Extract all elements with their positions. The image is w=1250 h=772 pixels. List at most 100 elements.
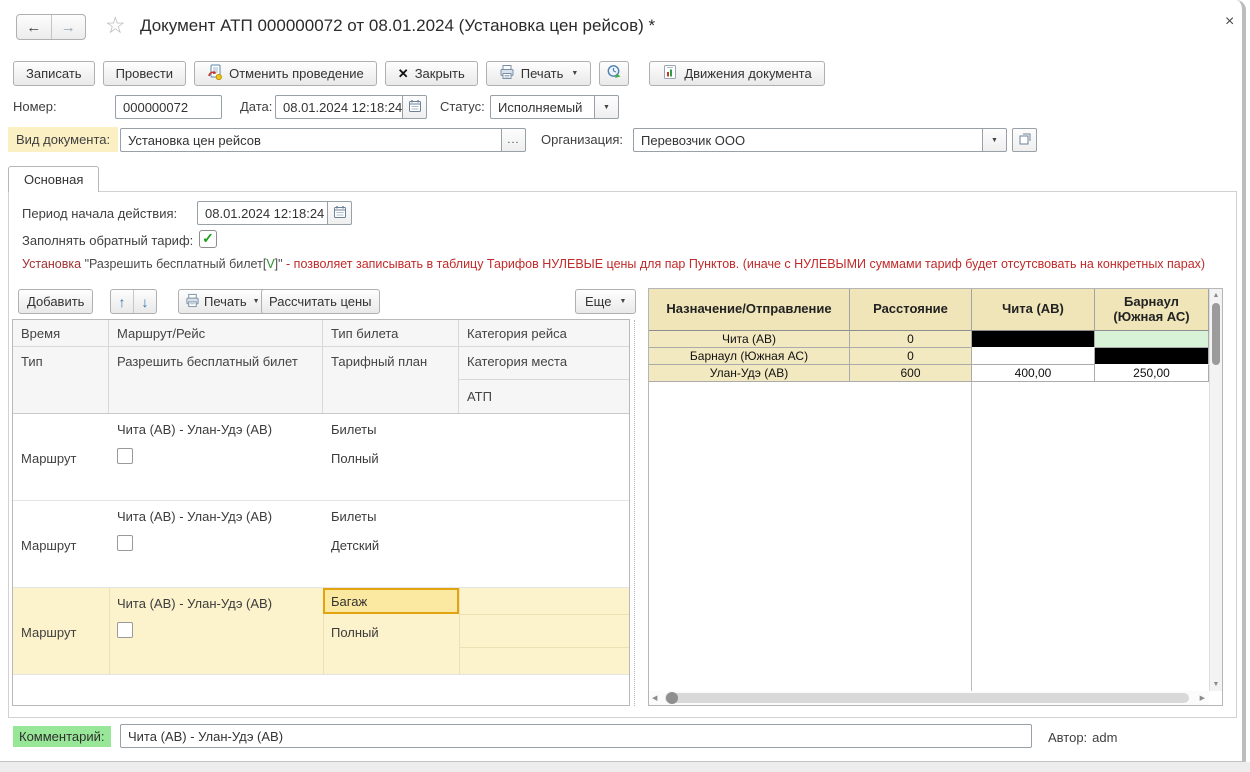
period-field[interactable]: 08.01.2024 12:18:24 (197, 201, 352, 225)
number-value: 000000072 (123, 100, 188, 115)
chevron-down-icon: ▼ (619, 298, 626, 305)
matrix-dest-cell[interactable]: Барнаул (Южная АС) (649, 348, 850, 365)
more-button[interactable]: Еще ▼ (575, 289, 636, 314)
row-ticket-type[interactable]: Билеты (331, 422, 376, 437)
organization-label: Организация: (541, 132, 623, 147)
scroll-right-icon[interactable]: ▶ (1200, 694, 1205, 702)
row-ticket-type: Багаж (331, 594, 367, 609)
add-row-button[interactable]: Добавить (18, 289, 93, 314)
doc-kind-field[interactable]: Установка цен рейсов ... (120, 128, 526, 152)
table-row[interactable]: Чита (АВ) - Улан-Удэ (АВ) Билеты Маршрут… (13, 501, 629, 588)
free-ticket-checkbox[interactable] (117, 622, 133, 638)
col-header-tariff-plan[interactable]: Тарифный план (323, 347, 458, 380)
row-tariff-plan[interactable]: Полный (331, 625, 379, 640)
routes-print-button[interactable]: Печать ▼ (178, 289, 267, 314)
matrix-distance-cell[interactable]: 600 (850, 365, 972, 382)
col-header-trip-category[interactable]: Категория рейса (459, 320, 629, 347)
desktop-background-strip (0, 762, 1250, 772)
print-button[interactable]: Печать ▼ (486, 61, 592, 86)
scroll-down-icon[interactable]: ▼ (1210, 681, 1222, 688)
back-button[interactable]: ← (17, 15, 51, 39)
vertical-scroll-thumb[interactable] (1212, 303, 1220, 365)
move-row-up-button[interactable]: ↑ (111, 290, 133, 313)
close-button-label: Закрыть (415, 66, 465, 81)
date-calendar-button[interactable] (403, 95, 427, 119)
row-route[interactable]: Чита (АВ) - Улан-Удэ (АВ) (117, 596, 272, 611)
cancel-posting-button[interactable]: Отменить проведение (194, 61, 377, 86)
nav-history-group: ← → (16, 14, 86, 40)
matrix-price-cell-highlighted[interactable] (1095, 331, 1209, 348)
tab-main[interactable]: Основная (8, 166, 99, 192)
doc-kind-choose-button[interactable]: ... (502, 128, 526, 152)
row-tariff-plan[interactable]: Детский (331, 538, 379, 553)
vertical-scrollbar[interactable]: ▲ ▼ (1209, 289, 1222, 691)
col-header-type[interactable]: Тип (13, 347, 108, 380)
matrix-col-destination[interactable]: Назначение/Отправление (649, 289, 850, 331)
matrix-price-cell[interactable]: 400,00 (972, 365, 1095, 382)
free-ticket-checkbox[interactable] (117, 448, 133, 464)
matrix-dest-cell[interactable]: Улан-Удэ (АВ) (649, 365, 850, 382)
status-dropdown-button[interactable]: ▼ (595, 95, 619, 119)
row-route[interactable]: Чита (АВ) - Улан-Удэ (АВ) (117, 509, 272, 524)
matrix-price-cell[interactable]: 250,00 (1095, 365, 1209, 382)
close-icon[interactable]: × (1225, 13, 1234, 31)
matrix-distance-cell[interactable]: 0 (850, 348, 972, 365)
doc-kind-value: Установка цен рейсов (128, 133, 261, 148)
horizontal-scrollbar[interactable]: ◀ ▶ (649, 691, 1209, 705)
matrix-dest-cell[interactable]: Чита (АВ) (649, 331, 850, 348)
row-type[interactable]: Маршрут (21, 625, 76, 640)
document-movements-button[interactable]: Движения документа (649, 61, 824, 86)
col-header-route[interactable]: Маршрут/Рейс (109, 320, 322, 347)
horizontal-scroll-track[interactable] (665, 693, 1189, 703)
period-calendar-button[interactable] (328, 201, 352, 225)
organization-field[interactable]: Перевозчик ООО ▼ (633, 128, 1037, 152)
row-type[interactable]: Маршрут (21, 538, 76, 553)
organization-open-button[interactable] (1012, 128, 1037, 152)
row-route[interactable]: Чита (АВ) - Улан-Удэ (АВ) (117, 422, 272, 437)
scroll-up-icon[interactable]: ▲ (1210, 292, 1222, 299)
horizontal-scroll-thumb[interactable] (666, 692, 678, 704)
favorites-star-icon[interactable]: ☆ (105, 12, 126, 39)
matrix-price-cell[interactable] (972, 348, 1095, 365)
fill-reverse-tariff-checkbox[interactable]: ✓ (199, 230, 217, 248)
organization-dropdown-button[interactable]: ▼ (983, 128, 1007, 152)
save-button[interactable]: Записать (13, 61, 95, 86)
table-row[interactable]: Чита (АВ) - Улан-Удэ (АВ) Билеты Маршрут… (13, 414, 629, 501)
organization-value: Перевозчик ООО (641, 133, 745, 148)
history-refresh-button[interactable] (599, 61, 629, 86)
col-header-free-ticket[interactable]: Разрешить бесплатный билет (109, 347, 322, 380)
active-cell-ticket-type[interactable]: Багаж (323, 588, 459, 614)
col-header-time[interactable]: Время (13, 320, 108, 347)
comment-field[interactable]: Чита (АВ) - Улан-Удэ (АВ) (120, 724, 1032, 748)
col-header-atp[interactable]: АТП (459, 379, 629, 412)
grid-line (459, 647, 629, 648)
col-header-seat-category[interactable]: Категория места (459, 347, 629, 379)
open-link-icon (1018, 132, 1032, 149)
post-button[interactable]: Провести (103, 61, 187, 86)
panel-splitter[interactable] (634, 320, 635, 706)
ellipsis-icon: ... (507, 134, 519, 146)
status-combo[interactable]: Исполняемый ▼ (490, 95, 619, 119)
free-ticket-checkbox[interactable] (117, 535, 133, 551)
comment-label: Комментарий: (13, 726, 111, 747)
chevron-down-icon: ▼ (571, 70, 578, 77)
move-row-down-button[interactable]: ↓ (133, 290, 156, 313)
matrix-price-cell-blocked[interactable] (972, 331, 1095, 348)
number-field[interactable]: 000000072 (115, 95, 222, 119)
scroll-left-icon[interactable]: ◀ (652, 694, 657, 702)
table-row-selected[interactable]: Чита (АВ) - Улан-Удэ (АВ) Багаж Маршрут … (13, 588, 629, 675)
date-field[interactable]: 08.01.2024 12:18:24 (275, 95, 427, 119)
matrix-price-cell-blocked[interactable] (1095, 348, 1209, 365)
row-tariff-plan[interactable]: Полный (331, 451, 379, 466)
matrix-distance-cell[interactable]: 0 (850, 331, 972, 348)
row-type[interactable]: Маршрут (21, 451, 76, 466)
document-movements-icon (662, 64, 678, 83)
row-ticket-type[interactable]: Билеты (331, 509, 376, 524)
matrix-col-chita[interactable]: Чита (АВ) (972, 289, 1095, 331)
calculate-prices-button[interactable]: Рассчитать цены (261, 289, 380, 314)
col-header-ticket-type[interactable]: Тип билета (323, 320, 458, 347)
close-button[interactable]: ✕ Закрыть (385, 61, 478, 86)
matrix-col-barnaul[interactable]: Барнаул (Южная АС) (1095, 289, 1209, 331)
matrix-col-distance[interactable]: Расстояние (850, 289, 972, 331)
forward-button[interactable]: → (51, 15, 86, 39)
